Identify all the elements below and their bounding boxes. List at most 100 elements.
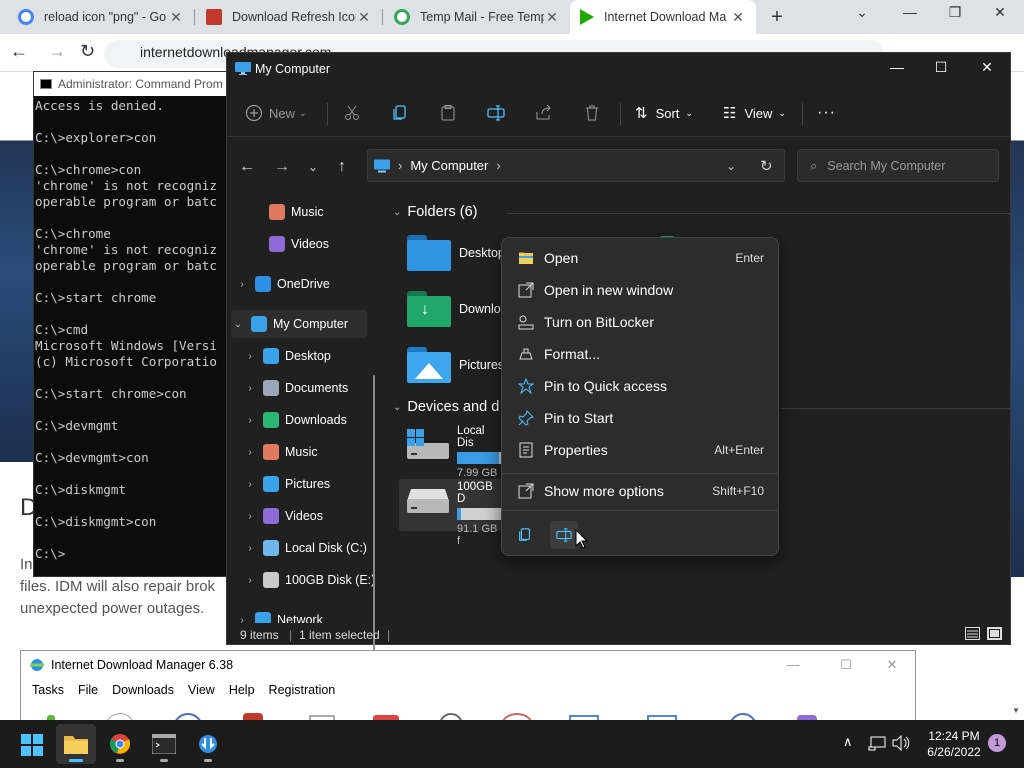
maximize-button[interactable]: ☐ (918, 59, 964, 76)
back-arrow-icon[interactable]: ← (10, 41, 28, 62)
nav-item-documents[interactable]: › Documents (245, 374, 348, 402)
close-icon[interactable]: ✕ (356, 9, 372, 26)
close-icon[interactable]: ✕ (730, 9, 746, 26)
menu-item-turn-on-bitlocker[interactable]: Turn on BitLocker (508, 307, 772, 337)
tiles-view-icon[interactable] (987, 627, 1002, 640)
more-options-button[interactable]: ··· (817, 101, 836, 125)
share-button[interactable] (535, 101, 553, 125)
volume-icon[interactable] (892, 735, 910, 751)
chevron-right-icon[interactable]: › (245, 447, 255, 458)
menu-item-pin-to-start[interactable]: Pin to Start (508, 403, 772, 433)
idm-menu-help[interactable]: Help (226, 683, 258, 697)
devices-group-header[interactable]: ⌄ Devices and d (393, 399, 499, 415)
minimize-button[interactable]: — (890, 4, 930, 20)
taskbar-command-prompt[interactable] (144, 724, 184, 764)
up-arrow-icon[interactable]: ↑ (330, 155, 354, 179)
nav-item-videos[interactable]: › Videos (245, 502, 323, 530)
forward-arrow-icon[interactable]: → (48, 41, 66, 62)
command-prompt-window[interactable]: Administrator: Command Prom Access is de… (33, 71, 233, 577)
chevron-right-icon[interactable]: › (245, 575, 255, 586)
menu-item-format[interactable]: Format... (508, 339, 772, 369)
nav-item-pictures[interactable]: › Pictures (245, 470, 330, 498)
taskbar-file-explorer[interactable] (56, 724, 96, 764)
close-button[interactable]: ✕ (964, 59, 1010, 76)
network-icon[interactable] (868, 735, 886, 751)
chevron-right-icon[interactable]: › (245, 479, 255, 490)
maximize-button[interactable]: ☐ (826, 657, 866, 673)
menu-item-properties[interactable]: Properties Alt+Enter (508, 435, 772, 465)
system-clock[interactable]: 12:24 PM 6/26/2022 (918, 728, 990, 760)
chevron-right-icon[interactable]: › (245, 383, 255, 394)
cut-button[interactable] (343, 101, 361, 125)
folder-desktop[interactable]: Desktop (407, 235, 505, 271)
browser-tab-3[interactable]: Temp Mail - Free Temp ✕ (384, 0, 570, 34)
nav-item-onedrive[interactable]: › OneDrive (237, 270, 330, 298)
sort-button[interactable]: ⇅ Sort ⌄ (635, 101, 693, 125)
chevron-right-icon[interactable]: › (245, 351, 255, 362)
idm-menu-view[interactable]: View (185, 683, 218, 697)
notification-badge[interactable]: 1 (988, 734, 1006, 752)
nav-item-videos[interactable]: Videos (261, 230, 329, 258)
idm-menu-tasks[interactable]: Tasks (29, 683, 67, 697)
search-input[interactable]: ⌕ Search My Computer (797, 149, 999, 182)
close-icon[interactable]: ✕ (168, 9, 184, 26)
menu-item-pin-to-quick-access[interactable]: Pin to Quick access (508, 371, 772, 401)
rename-button[interactable] (487, 101, 505, 125)
breadcrumb-my-computer[interactable]: My Computer (410, 158, 488, 173)
rename-button[interactable] (550, 521, 578, 549)
browser-tab-4[interactable]: Internet Download Ma ✕ (570, 0, 756, 34)
nav-item-100gb-disk-e[interactable]: › 100GB Disk (E:) (245, 566, 375, 594)
folder-downloads[interactable]: ↓ Downlo (407, 291, 501, 327)
chevron-down-icon[interactable]: ⌄ (726, 159, 736, 173)
chevron-right-icon[interactable]: › (245, 511, 255, 522)
browser-tab-2[interactable]: Download Refresh Icon ✕ (196, 0, 382, 34)
minimize-button[interactable]: — (773, 657, 813, 672)
nav-item-music[interactable]: Music (261, 198, 324, 226)
start-button[interactable] (12, 724, 52, 764)
nav-item-network[interactable]: › Network (237, 606, 323, 623)
copy-button[interactable] (391, 101, 409, 125)
details-view-icon[interactable] (965, 627, 980, 640)
paste-button[interactable] (439, 101, 457, 125)
address-bar[interactable]: › My Computer › ⌄ ↻ (367, 149, 785, 182)
reload-icon[interactable]: ↻ (80, 41, 95, 62)
nav-item-my-computer[interactable]: ⌄ My Computer (231, 310, 367, 338)
nav-item-local-disk-c[interactable]: › Local Disk (C:) (245, 534, 367, 562)
nav-item-downloads[interactable]: › Downloads (245, 406, 347, 434)
folder-pictures[interactable]: Pictures (407, 347, 504, 383)
scroll-down-arrow-icon[interactable]: ▼ (1012, 706, 1020, 715)
menu-item-open[interactable]: Open Enter (508, 243, 772, 273)
nav-item-desktop[interactable]: › Desktop (245, 342, 331, 370)
chevron-right-icon[interactable]: › (237, 615, 247, 624)
chevron-down-icon[interactable]: ⌄ (842, 4, 882, 21)
minimize-button[interactable]: — (874, 59, 920, 75)
refresh-icon[interactable]: ↻ (760, 157, 773, 175)
menu-item-show-more-options[interactable]: Show more options Shift+F10 (508, 476, 772, 506)
restore-button[interactable]: ❐ (935, 4, 975, 21)
nav-item-music[interactable]: › Music (245, 438, 318, 466)
recent-locations-chevron-icon[interactable]: ⌄ (301, 155, 325, 179)
chevron-right-icon[interactable]: › (245, 415, 255, 426)
idm-menu-downloads[interactable]: Downloads (109, 683, 177, 697)
chevron-up-icon[interactable]: ∧ (843, 734, 853, 750)
navigation-pane-scrollbar[interactable] (373, 375, 375, 651)
idm-menu-file[interactable]: File (75, 683, 101, 697)
idm-menu-registration[interactable]: Registration (266, 683, 339, 697)
chevron-right-icon[interactable]: › (245, 543, 255, 554)
copy-button[interactable] (511, 521, 539, 549)
close-button[interactable]: ✕ (872, 657, 912, 673)
new-button[interactable]: New ⌄ (245, 101, 307, 125)
close-button[interactable]: ✕ (980, 4, 1020, 21)
forward-arrow-icon[interactable]: → (270, 155, 294, 179)
view-button[interactable]: ☷ View ⌄ (723, 101, 786, 125)
taskbar-idm[interactable] (188, 724, 228, 764)
folders-group-header[interactable]: ⌄ Folders (6) (393, 204, 478, 220)
chevron-down-icon[interactable]: ⌄ (233, 319, 243, 330)
close-icon[interactable]: ✕ (544, 9, 560, 26)
new-tab-button[interactable]: + (766, 6, 788, 28)
taskbar-chrome[interactable] (100, 724, 140, 764)
chevron-right-icon[interactable]: › (237, 279, 247, 290)
browser-tab-1[interactable]: reload icon "png" - Go ✕ (8, 0, 194, 34)
delete-button[interactable] (583, 101, 601, 125)
back-arrow-icon[interactable]: ← (235, 155, 259, 179)
